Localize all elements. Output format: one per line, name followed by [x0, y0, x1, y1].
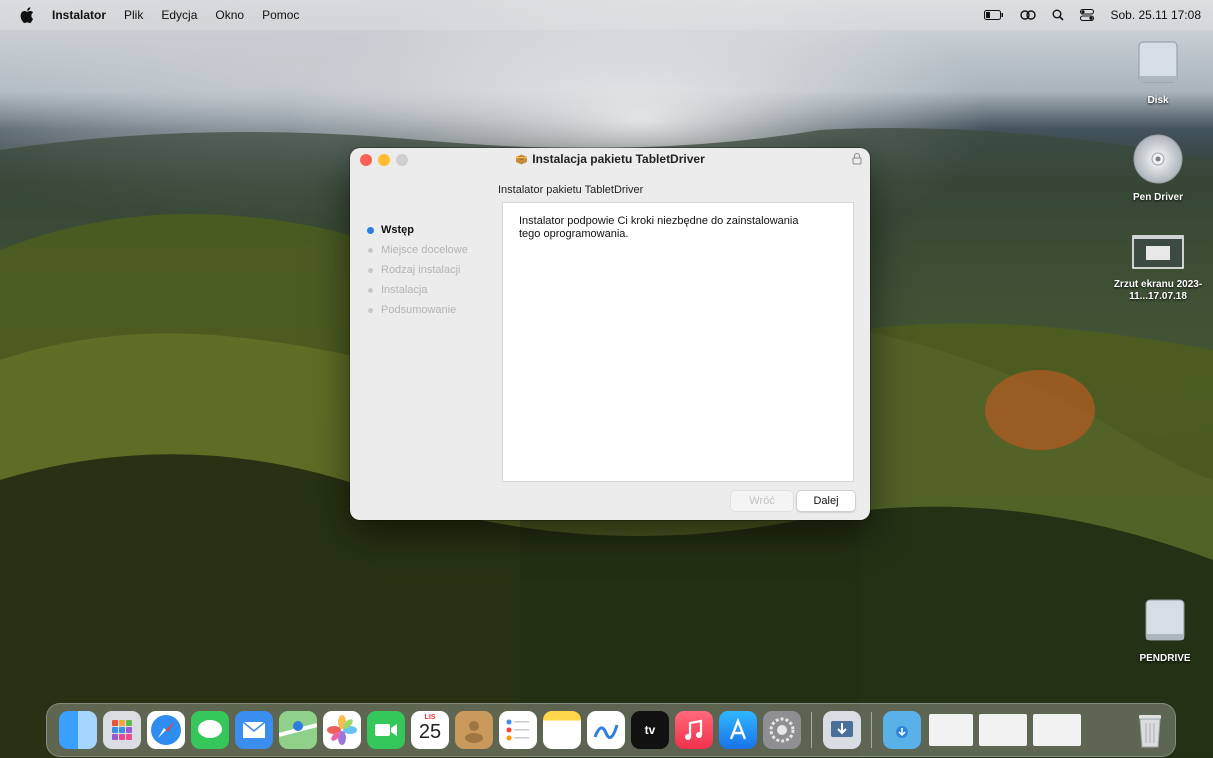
calendar-month: LIS	[424, 714, 436, 721]
tv-icon[interactable]: tv	[631, 711, 669, 749]
music-note-icon	[685, 719, 703, 740]
menu-edit[interactable]: Edycja	[161, 8, 197, 22]
control-center-icon[interactable]	[1080, 9, 1095, 21]
reminders-icon[interactable]	[499, 711, 537, 749]
dock: LIS 25 tv	[46, 703, 1176, 757]
next-button[interactable]: Dalej	[796, 490, 856, 512]
desktop-item-label: Pen Driver	[1132, 192, 1184, 203]
system-settings-icon[interactable]	[763, 711, 801, 749]
gear-icon	[769, 717, 795, 743]
finder-icon[interactable]	[59, 711, 97, 749]
messages-icon[interactable]	[191, 711, 229, 749]
freeform-icon[interactable]	[587, 711, 625, 749]
step-label: Rodzaj instalacji	[381, 264, 461, 276]
launchpad-icon[interactable]	[103, 711, 141, 749]
installer-icon[interactable]	[823, 711, 861, 749]
downloads-icon[interactable]	[883, 711, 921, 749]
menu-file[interactable]: Plik	[124, 8, 143, 22]
step-destination: Miejsce docelowe	[368, 240, 468, 260]
step-summary: Podsumowanie	[368, 300, 468, 320]
installer-box-icon	[831, 721, 853, 737]
battery-icon[interactable]	[984, 10, 1004, 20]
tv-label: tv	[644, 723, 656, 737]
window-title-text: Instalacja pakietu TabletDriver	[532, 152, 705, 166]
desktop-item-screenshot[interactable]: Zrzut ekranu 2023-11...17.07.18	[1113, 232, 1203, 303]
step-dot	[368, 307, 373, 313]
compass-icon	[151, 715, 181, 745]
disk-icon	[1138, 41, 1178, 83]
installer-content-pane: Instalator podpowie Ci kroki niezbędne d…	[502, 202, 854, 482]
menu-window[interactable]: Okno	[215, 8, 244, 22]
list-icon	[506, 719, 529, 741]
disk-icon	[1145, 599, 1185, 641]
person-icon	[465, 721, 483, 743]
a-letter-icon	[729, 717, 747, 740]
installer-window: Instalacja pakietu TabletDriver Instalat…	[350, 148, 870, 520]
envelope-icon	[242, 721, 266, 738]
menu-bar: Instalator Plik Edycja Okno Pomoc Sob. 2…	[0, 0, 1213, 30]
menu-help[interactable]: Pomoc	[262, 8, 299, 22]
search-icon[interactable]	[1052, 9, 1065, 21]
step-installation: Instalacja	[368, 280, 468, 300]
desktop-item-pendrive[interactable]: PENDRIVE	[1120, 596, 1210, 665]
mail-icon[interactable]	[235, 711, 273, 749]
scribble-icon	[593, 724, 619, 739]
dock-separator	[871, 712, 872, 748]
step-installation-type: Rodzaj instalacji	[368, 260, 468, 280]
launchpad-grid-icon	[112, 720, 132, 740]
calendar-day: 25	[418, 721, 442, 743]
video-camera-icon	[375, 724, 397, 736]
notes-icon[interactable]	[543, 711, 581, 749]
cd-icon	[1133, 134, 1183, 184]
desktop-item-disk[interactable]: Disk	[1113, 38, 1203, 107]
menu-app-name[interactable]: Instalator	[52, 8, 106, 22]
step-dot	[368, 287, 373, 293]
photos-icon[interactable]	[323, 711, 361, 749]
step-current-dot	[367, 226, 374, 234]
window-title: Instalacja pakietu TabletDriver	[350, 152, 870, 166]
desktop-item-label: Zrzut ekranu 2023-11...17.07.18	[1113, 279, 1203, 302]
maps-icon[interactable]	[278, 711, 318, 749]
desktop-item-label: PENDRIVE	[1139, 653, 1191, 664]
desktop-item-label: Disk	[1147, 95, 1169, 106]
download-arrow-icon	[896, 726, 908, 738]
link-icon[interactable]	[1020, 9, 1037, 21]
map-pin-icon	[278, 721, 318, 737]
step-dot	[368, 247, 373, 253]
step-label: Podsumowanie	[381, 304, 457, 316]
step-dot	[368, 267, 373, 273]
flower-icon	[327, 715, 357, 745]
step-label: Miejsce docelowe	[381, 244, 468, 256]
step-label: Wstęp	[381, 224, 414, 236]
package-icon	[516, 154, 528, 165]
screenshot-icon[interactable]	[1033, 714, 1081, 746]
facetime-icon[interactable]	[367, 711, 405, 749]
menubar-clock[interactable]: Sob. 25.11 17:08	[1110, 8, 1201, 22]
installer-intro-text: Instalator podpowie Ci kroki niezbędne d…	[519, 215, 799, 240]
screenshot-thumbnail-icon	[1132, 235, 1184, 269]
app-store-icon[interactable]	[719, 711, 757, 749]
desktop-item-pen-driver[interactable]: Pen Driver	[1113, 133, 1203, 204]
step-label: Instalacja	[381, 284, 428, 296]
dock-separator	[811, 712, 812, 748]
installer-subtitle: Instalator pakietu TabletDriver	[498, 184, 644, 196]
screenshot-icon[interactable]	[979, 714, 1027, 746]
lock-icon[interactable]	[852, 152, 862, 165]
music-icon[interactable]	[675, 711, 713, 749]
safari-icon[interactable]	[147, 711, 185, 749]
screenshot-icon[interactable]	[929, 714, 973, 746]
calendar-icon[interactable]: LIS 25	[411, 711, 449, 749]
chat-bubble-icon	[198, 720, 222, 738]
step-introduction: Wstęp	[367, 220, 468, 240]
trash-icon[interactable]	[1131, 711, 1169, 749]
apple-icon[interactable]	[20, 7, 34, 23]
contacts-icon[interactable]	[455, 711, 493, 749]
window-titlebar[interactable]: Instalacja pakietu TabletDriver	[350, 148, 870, 170]
trash-can-icon	[1139, 715, 1161, 748]
back-button[interactable]: Wróć	[730, 490, 794, 512]
installer-steps: Wstęp Miejsce docelowe Rodzaj instalacji…	[367, 220, 468, 320]
